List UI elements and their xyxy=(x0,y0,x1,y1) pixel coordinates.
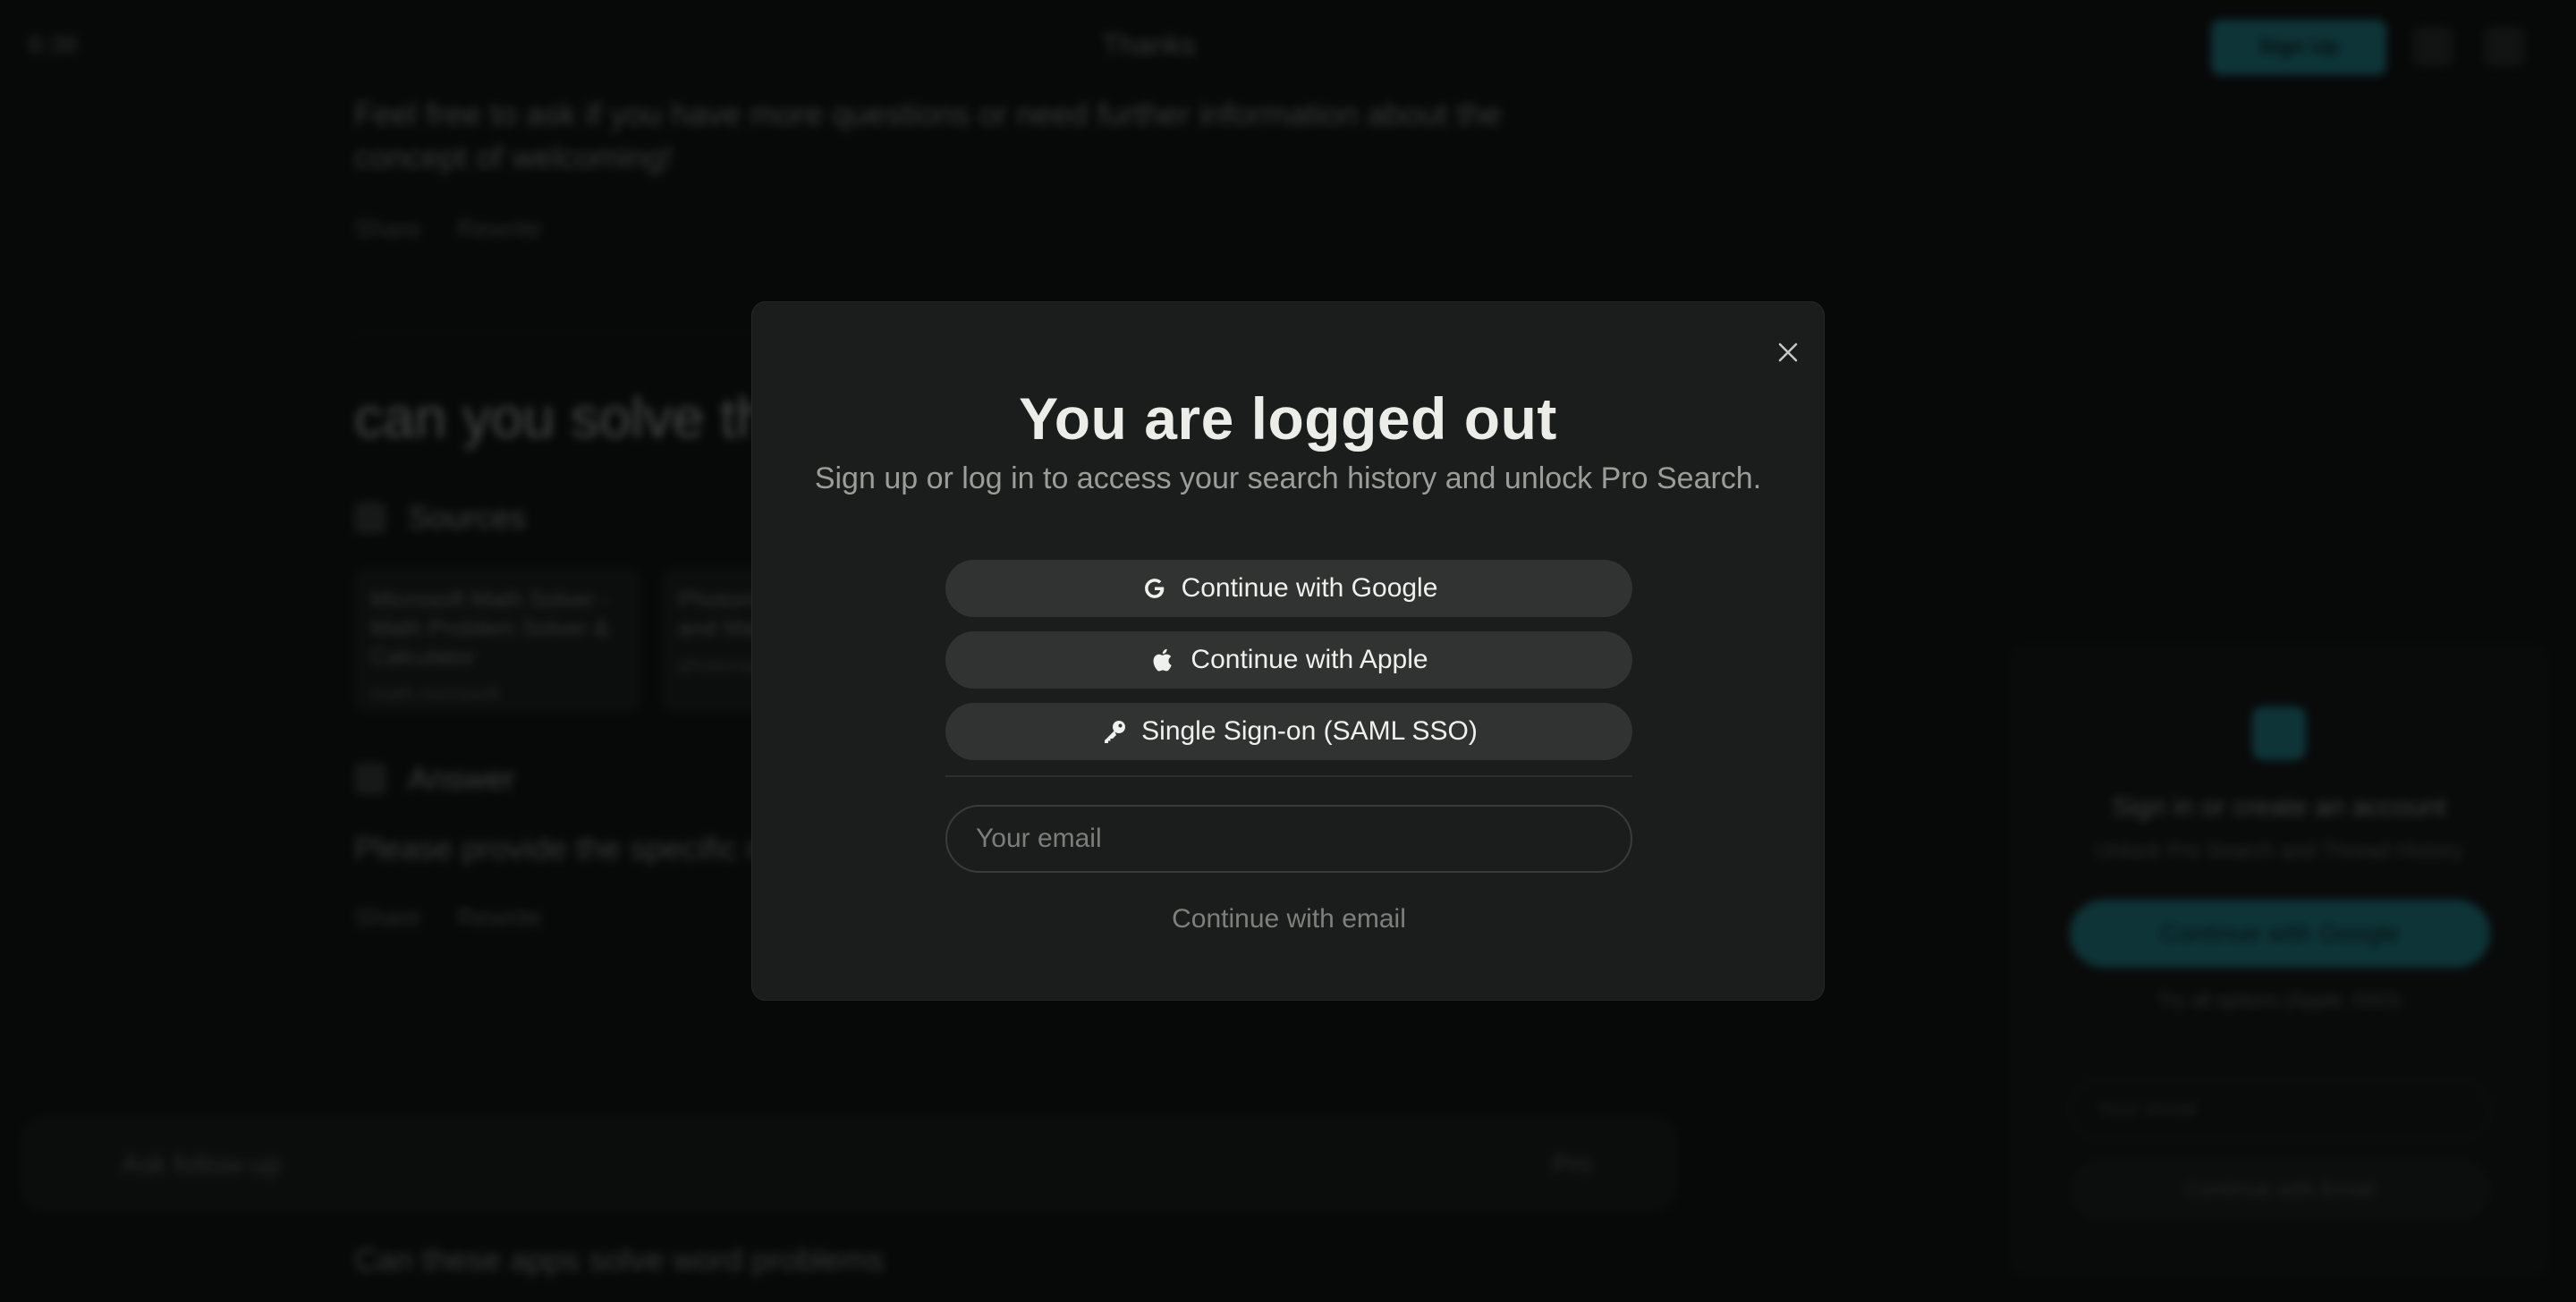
single-sign-on-button[interactable]: Single Sign-on (SAML SSO) xyxy=(945,703,1632,760)
continue-with-google-button[interactable]: Continue with Google xyxy=(945,560,1632,617)
sso-button-label: Single Sign-on (SAML SSO) xyxy=(1141,716,1478,746)
divider xyxy=(945,775,1632,777)
logged-out-modal: You are logged out Sign up or log in to … xyxy=(751,301,1825,1001)
key-icon xyxy=(1100,717,1129,746)
google-icon xyxy=(1140,574,1169,603)
google-button-label: Continue with Google xyxy=(1181,573,1438,603)
close-icon xyxy=(1778,342,1798,362)
modal-subtitle: Sign up or log in to access your search … xyxy=(814,461,1762,495)
modal-title: You are logged out xyxy=(1019,385,1557,452)
email-input[interactable] xyxy=(945,805,1632,873)
continue-with-apple-button[interactable]: Continue with Apple xyxy=(945,631,1632,689)
apple-icon xyxy=(1149,646,1178,674)
apple-button-label: Continue with Apple xyxy=(1191,645,1428,674)
continue-with-email-button[interactable]: Continue with email xyxy=(945,892,1632,946)
close-button[interactable] xyxy=(1767,331,1809,374)
